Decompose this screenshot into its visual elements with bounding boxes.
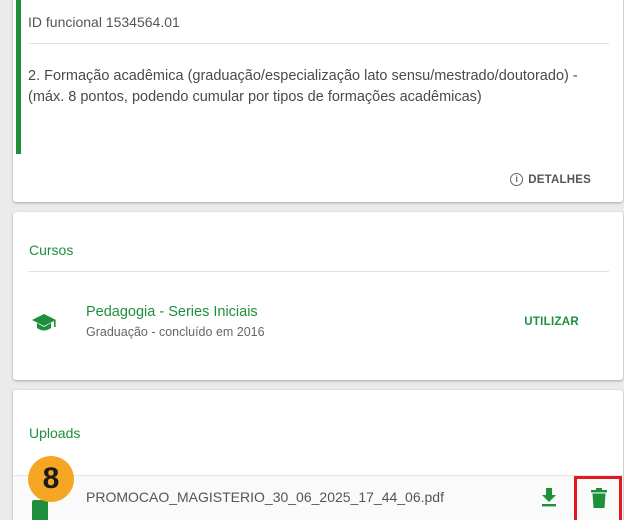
use-course-button[interactable]: UTILIZAR [524,316,579,328]
criterion-description: 2. Formação acadêmica (graduação/especia… [28,68,578,105]
details-label: DETALHES [528,173,591,186]
criterion-card: ID funcional 1534564.01 2. Formação acad… [13,0,623,202]
trash-icon[interactable] [591,488,607,508]
info-icon: i [510,173,524,186]
courses-card: Cursos Pedagogia - Series Iniciais Gradu… [13,212,623,380]
step-number-badge: 8 [28,456,74,502]
download-icon[interactable] [540,486,558,508]
course-subtitle: Graduação - concluído em 2016 [86,325,265,339]
functional-id: ID funcional 1534564.01 [28,14,180,30]
course-name: Pedagogia - Series Iniciais [86,304,258,320]
card-accent-edge [16,0,21,154]
courses-title: Cursos [29,242,74,258]
page: ID funcional 1534564.01 2. Formação acad… [0,0,624,520]
uploads-title: Uploads [29,425,81,441]
file-icon [32,500,48,520]
details-button[interactable]: i DETALHES [510,173,591,186]
graduation-cap-icon [32,314,56,331]
divider [28,271,609,272]
divider [28,43,609,44]
upload-file-name[interactable]: PROMOCAO_MAGISTERIO_30_06_2025_17_44_06.… [86,489,444,505]
